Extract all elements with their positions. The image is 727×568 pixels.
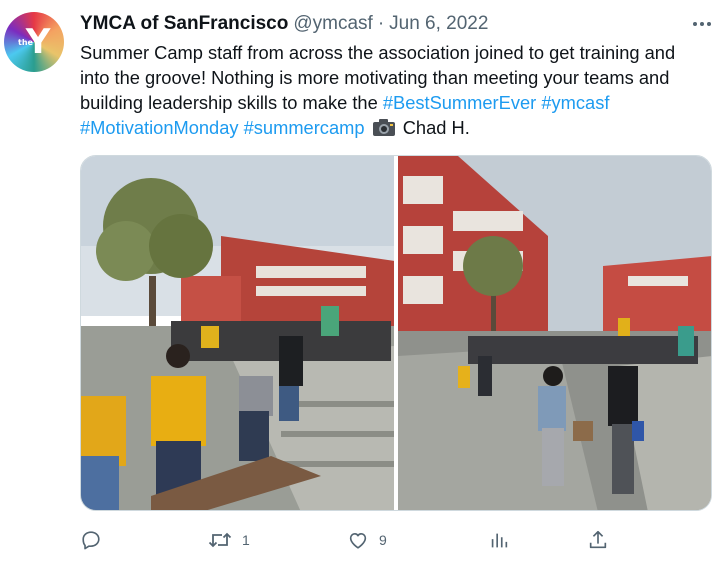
media-grid[interactable] [80,155,712,511]
photo-right[interactable] [397,156,711,510]
user-handle[interactable]: @ymcasf [293,13,372,35]
hashtag-link[interactable]: #MotivationMonday [80,117,239,138]
photo-campus-courtyard-left [81,156,394,510]
reply-button[interactable] [80,526,112,554]
camera-icon [372,119,395,136]
like-count: 9 [379,532,387,548]
photo-credit: Chad H. [402,117,470,138]
retweet-icon [208,532,232,548]
tweet-date[interactable]: Jun 6, 2022 [389,13,488,35]
hashtag-link[interactable]: #summercamp [244,117,365,138]
tweet-header: YMCA of SanFrancisco @ymcasf · Jun 6, 20… [80,13,488,39]
tweet-text-line: into the groove! Nothing is more motivat… [80,67,670,88]
reply-icon [82,531,100,550]
retweet-count: 1 [242,532,250,548]
tweet[interactable]: the Y YMCA of SanFrancisco @ymcasf · Jun… [0,0,727,568]
hashtag-link[interactable]: #ymcasf [541,92,609,113]
views-button[interactable] [488,526,520,554]
tweet-text-line: building leadership skills to make the #… [80,90,720,115]
share-button[interactable] [587,526,619,554]
action-bar: 1 9 [0,526,727,554]
photo-left[interactable] [81,156,394,510]
like-button[interactable]: 9 [347,526,387,554]
more-icon[interactable] [690,14,714,34]
avatar[interactable]: the Y [4,12,64,72]
ymca-logo: the Y [12,20,56,64]
avatar-logo-small-text: the [18,38,33,47]
tweet-text-line: Summer Camp staff from across the associ… [80,42,676,63]
display-name[interactable]: YMCA of SanFrancisco [80,13,288,35]
tweet-text-line: #MotivationMonday #summercamp Chad H. [80,115,720,140]
tweet-text: Summer Camp staff from across the associ… [80,40,720,140]
views-icon [491,533,508,548]
share-icon [589,530,607,549]
separator-dot: · [377,13,385,34]
retweet-button[interactable]: 1 [208,526,250,554]
hashtag-link[interactable]: #BestSummerEver [383,92,536,113]
photo-campus-courtyard-right [397,156,711,510]
tweet-text-segment: building leadership skills to make the [80,92,383,113]
like-icon [349,533,367,549]
